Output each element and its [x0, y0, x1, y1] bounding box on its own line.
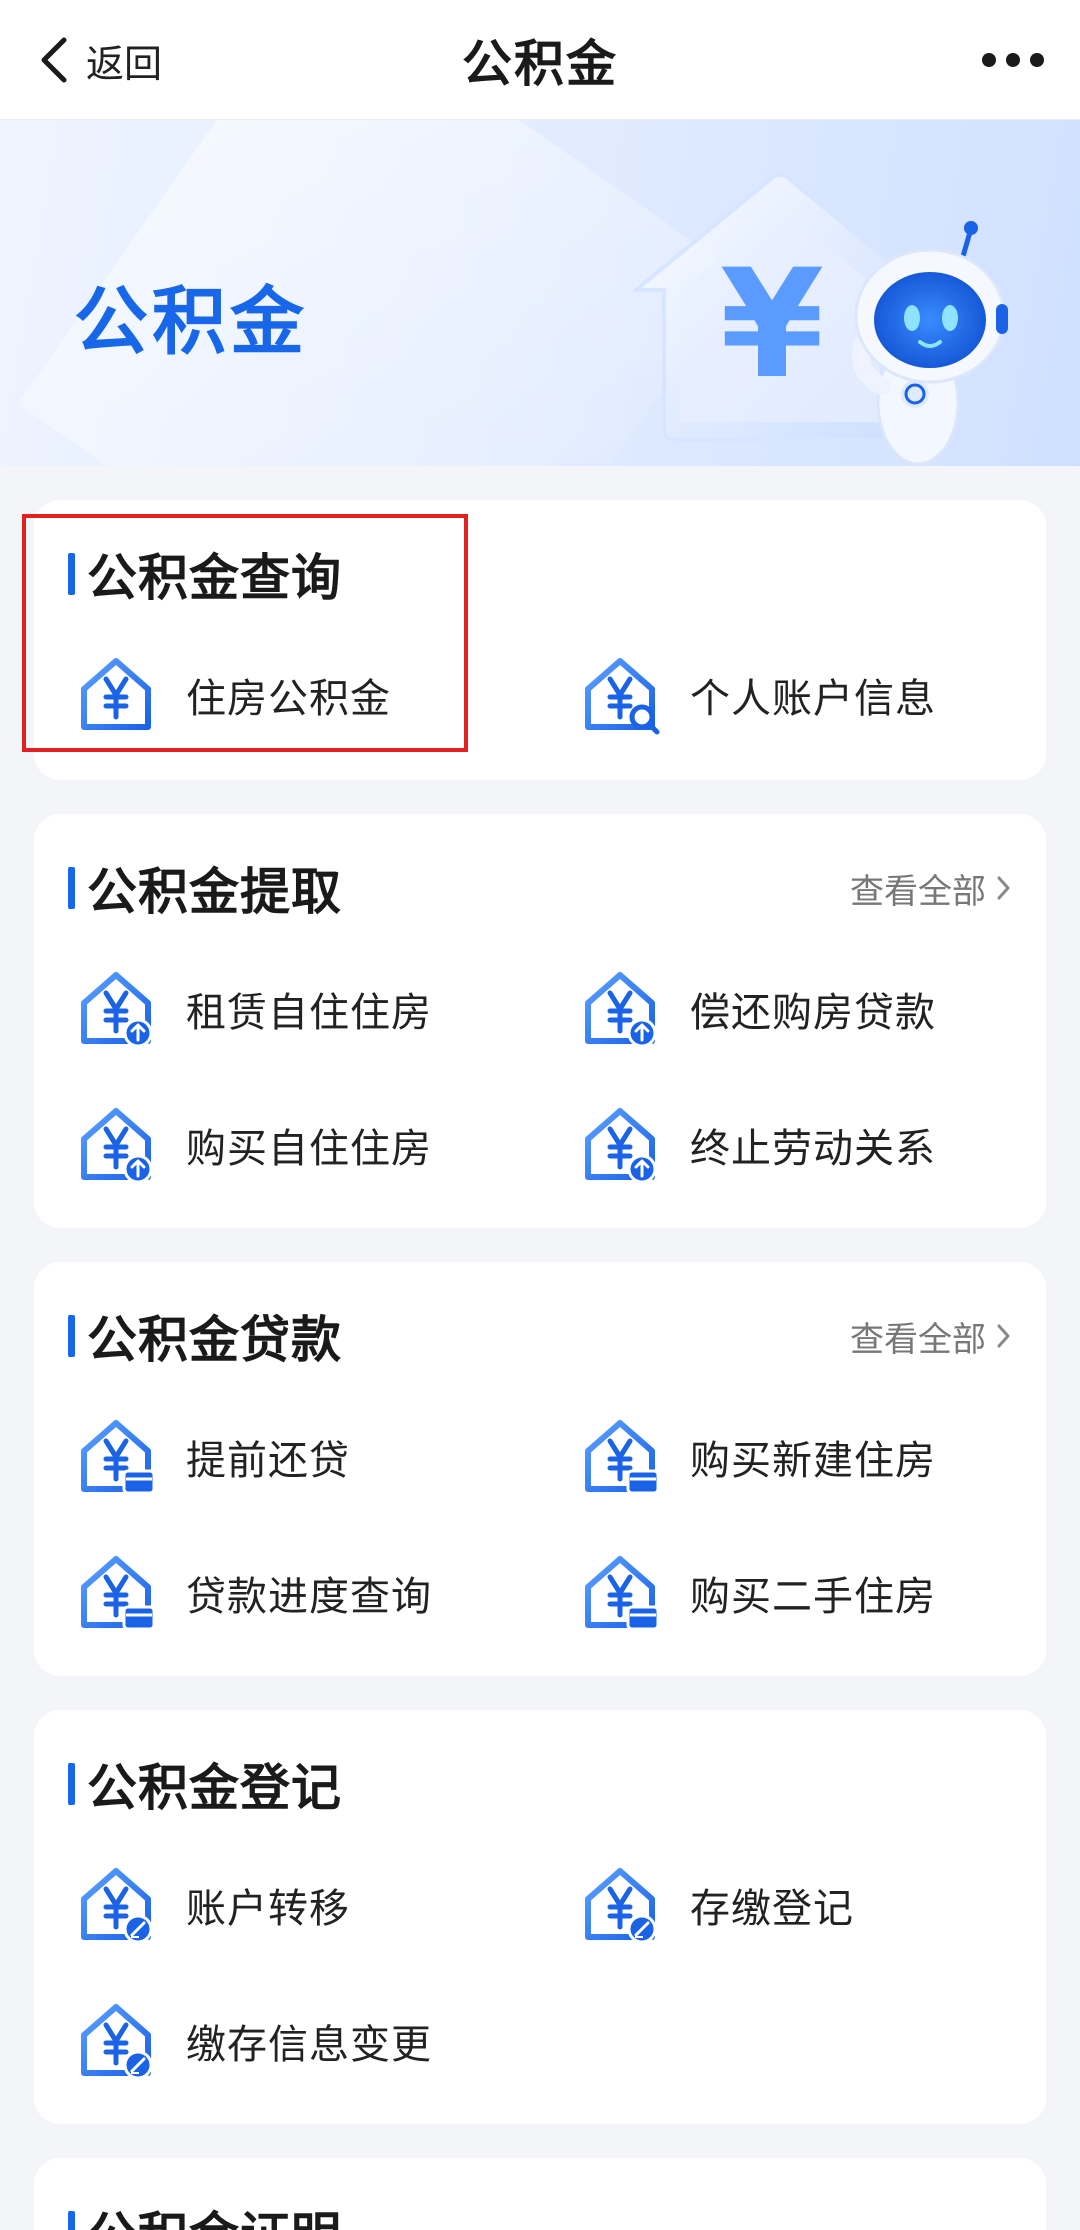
- banner-title: 公积金: [74, 279, 308, 365]
- service-early-repayment[interactable]: 提前还贷: [76, 1412, 350, 1502]
- back-button[interactable]: 返回: [36, 0, 162, 120]
- service-account-transfer[interactable]: 账户转移: [76, 1860, 350, 1950]
- section-header: 公积金登记: [68, 1754, 1012, 1817]
- service-repay-mortgage[interactable]: 偿还购房贷款: [580, 964, 936, 1054]
- more-dot: [1006, 53, 1020, 67]
- section-accent-bar: [68, 1763, 75, 1805]
- section-header: 公积金提取 查看全部: [68, 858, 1012, 921]
- service-label: 购买新建住房: [690, 1438, 936, 1484]
- service-label: 提前还贷: [186, 1438, 350, 1484]
- house-yuan-card-icon: [580, 1417, 660, 1495]
- section-accent-bar: [68, 553, 75, 595]
- house-yuan-card-icon: [76, 1417, 156, 1495]
- house-yuan-icon: [76, 655, 156, 735]
- section-header: 公积金查询: [68, 544, 1012, 607]
- service-terminate-employment[interactable]: 终止劳动关系: [580, 1100, 936, 1190]
- house-yuan-edit-icon: [76, 1865, 153, 1944]
- service-label: 偿还购房贷款: [690, 990, 936, 1036]
- service-label: 存缴登记: [690, 1886, 854, 1932]
- more-menu-button[interactable]: [982, 0, 1044, 120]
- section-accent-bar: [68, 867, 75, 909]
- section-title: 公积金证明: [87, 2196, 342, 2230]
- svg-text:¥: ¥: [720, 238, 824, 412]
- service-label: 终止劳动关系: [690, 1126, 936, 1172]
- section-accent-bar: [68, 2211, 75, 2230]
- house-yuan-withdraw-icon: [76, 969, 153, 1048]
- section-withdraw: 公积金提取 查看全部 租赁自住住房 偿还购房贷款 购买自住住房 终止劳动关系: [34, 814, 1046, 1228]
- view-all-loan-link[interactable]: 查看全部: [850, 1312, 1012, 1361]
- top-nav-bar: 返回 公积金: [0, 0, 1080, 120]
- service-buy-second-hand[interactable]: 购买二手住房: [580, 1548, 936, 1638]
- view-all-label: 查看全部: [850, 1319, 986, 1360]
- house-yuan-card-icon: [580, 1553, 660, 1631]
- service-label: 账户转移: [186, 1886, 350, 1932]
- hero-banner: 公积金 ¥: [0, 120, 1080, 466]
- service-label: 缴存信息变更: [186, 2022, 432, 2068]
- service-label: 住房公积金: [186, 676, 391, 722]
- section-loan: 公积金贷款 查看全部 提前还贷 购买新建住房 贷款进度查询 购买二手住房: [34, 1262, 1046, 1676]
- section-query: 公积金查询 住房公积金 个人账户信息: [34, 500, 1046, 780]
- service-deposit-info-change[interactable]: 缴存信息变更: [76, 1996, 432, 2086]
- section-title: 公积金贷款: [87, 1311, 342, 1369]
- section-certificate: 公积金证明: [34, 2158, 1046, 2230]
- service-buy-housing[interactable]: 购买自住住房: [76, 1100, 432, 1190]
- section-title: 公积金提取: [87, 863, 342, 921]
- service-buy-new-housing[interactable]: 购买新建住房: [580, 1412, 936, 1502]
- house-yuan-edit-icon: [580, 1865, 657, 1944]
- house-yuan-withdraw-icon: [580, 969, 657, 1048]
- service-label: 贷款进度查询: [186, 1574, 432, 1620]
- chevron-right-icon: [997, 876, 1010, 900]
- section-register: 公积金登记 账户转移 存缴登记 缴存信息变更: [34, 1710, 1046, 2124]
- house-yuan-card-icon: [76, 1553, 156, 1631]
- service-housing-fund[interactable]: 住房公积金: [76, 650, 391, 740]
- service-label: 个人账户信息: [690, 676, 936, 722]
- section-header: 公积金贷款 查看全部: [68, 1306, 1012, 1369]
- service-rent-housing[interactable]: 租赁自住住房: [76, 964, 432, 1054]
- view-all-label: 查看全部: [850, 871, 986, 912]
- house-yuan-withdraw-icon: [76, 1105, 153, 1184]
- house-yuan-edit-icon: [76, 2001, 153, 2080]
- service-label: 购买自住住房: [186, 1126, 432, 1172]
- service-label: 租赁自住住房: [186, 990, 432, 1036]
- service-loan-progress[interactable]: 贷款进度查询: [76, 1548, 432, 1638]
- back-label: 返回: [86, 41, 163, 86]
- house-yuan-withdraw-icon: [580, 1105, 657, 1184]
- view-all-withdraw-link[interactable]: 查看全部: [850, 864, 1012, 913]
- chevron-left-icon: [41, 37, 67, 83]
- section-accent-bar: [68, 1315, 75, 1357]
- chevron-right-icon: [997, 1324, 1010, 1348]
- more-dot: [1030, 53, 1044, 67]
- house-robot-illustration: ¥: [630, 173, 1008, 466]
- service-personal-account[interactable]: 个人账户信息: [580, 650, 936, 740]
- section-title: 公积金登记: [87, 1759, 342, 1817]
- house-yuan-search-icon: [580, 655, 660, 735]
- section-title: 公积金查询: [87, 549, 342, 607]
- section-header: 公积金证明: [68, 2202, 1012, 2230]
- service-label: 购买二手住房: [690, 1574, 936, 1620]
- service-deposit-register[interactable]: 存缴登记: [580, 1860, 854, 1950]
- page-title: 公积金: [462, 34, 618, 93]
- more-dots-icon: [982, 53, 996, 67]
